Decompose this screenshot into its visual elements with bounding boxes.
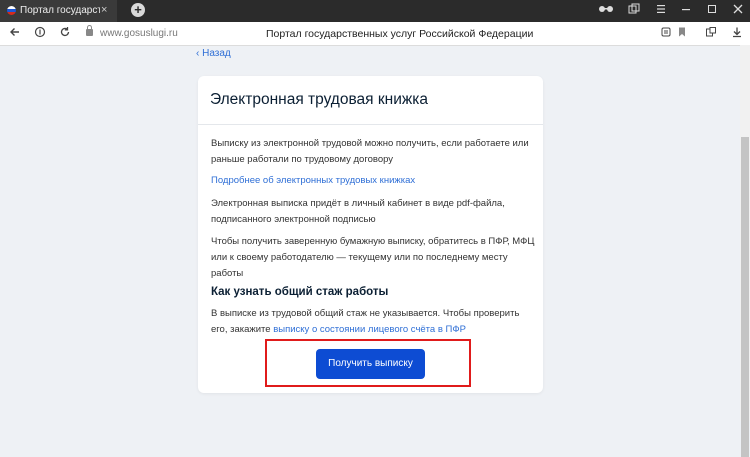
yandex-home-icon[interactable] [34, 26, 46, 41]
more-info-link[interactable]: Подробнее об электронных трудовых книжка… [211, 173, 536, 189]
reload-icon[interactable] [59, 26, 71, 41]
subheading-experience: Как узнать общий стаж работы [211, 286, 389, 298]
back-link-label: Назад [202, 48, 231, 59]
browser-tabbar: Портал государственных × + [0, 0, 750, 22]
bookmark-icon[interactable] [676, 26, 688, 41]
extensions-icon[interactable] [705, 26, 717, 41]
pfr-statement-link[interactable]: выписку о состоянии лицевого счёта в ПФР [273, 324, 466, 335]
glasses-icon[interactable] [598, 3, 614, 19]
lock-icon [86, 25, 93, 36]
paragraph-paper: Чтобы получить заверенную бумажную выпис… [211, 236, 535, 279]
card-divider [198, 124, 543, 125]
address-url[interactable]: www.gosuslugi.ru [100, 27, 178, 41]
browser-tab[interactable]: Портал государственных × [0, 0, 117, 22]
reader-mode-icon[interactable] [660, 26, 672, 41]
paragraph-electronic: Электронная выписка придёт в личный каби… [211, 198, 505, 225]
arrow-left-icon[interactable] [9, 26, 21, 41]
maximize-icon[interactable] [706, 3, 718, 19]
favicon-flag-icon [7, 6, 16, 15]
highlight-box [265, 339, 471, 387]
tab-close-icon[interactable]: × [101, 3, 107, 17]
paragraph-experience: В выписке из трудовой общий стаж не указ… [211, 306, 536, 338]
back-link[interactable]: ‹ Назад [196, 47, 231, 61]
paragraph-eligibility: Выписку из электронной трудовой можно по… [211, 138, 529, 165]
tab-title: Портал государственных [20, 5, 100, 16]
tab-manager-icon[interactable] [628, 3, 640, 19]
page-scrollbar[interactable] [740, 45, 750, 457]
close-icon[interactable] [732, 3, 744, 19]
minimize-icon[interactable] [680, 3, 692, 19]
address-page-title: Портал государственных услуг Российской … [266, 28, 534, 40]
browser-navbar: www.gosuslugi.ru Портал государственных … [0, 22, 750, 46]
menu-icon[interactable] [655, 3, 667, 19]
scroll-thumb[interactable] [741, 137, 749, 457]
download-icon[interactable] [731, 26, 743, 41]
card-title: Электронная трудовая книжка [210, 91, 428, 108]
new-tab-button[interactable]: + [131, 3, 145, 17]
